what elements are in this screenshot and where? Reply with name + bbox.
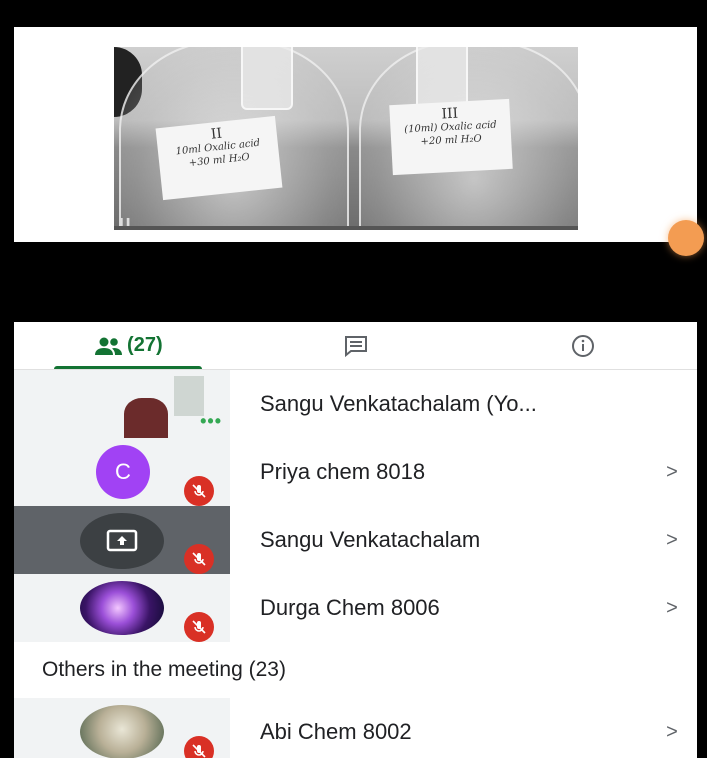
tab-chat[interactable] bbox=[242, 322, 470, 369]
chevron-right-icon[interactable]: > bbox=[647, 529, 697, 552]
flask-left-label: II 10ml Oxalic acid +30 ml H₂O bbox=[155, 115, 283, 201]
participant-avatar-area bbox=[14, 506, 230, 574]
mic-off-icon bbox=[184, 544, 214, 574]
participant-name: Durga Chem 8006 bbox=[260, 595, 440, 620]
flask-neck bbox=[241, 47, 293, 110]
thumb-window bbox=[174, 376, 204, 416]
participant-avatar-area bbox=[14, 698, 230, 758]
people-icon bbox=[95, 337, 123, 355]
chevron-right-icon[interactable]: > bbox=[647, 721, 697, 744]
tab-info[interactable] bbox=[469, 322, 697, 369]
participant-video-thumb: ••• bbox=[14, 370, 230, 438]
floating-bubble[interactable] bbox=[668, 220, 704, 256]
chevron-right-icon[interactable]: > bbox=[647, 597, 697, 620]
people-count: (27) bbox=[127, 334, 163, 356]
flask-right: III (10ml) Oxalic acid +20 ml H₂O bbox=[359, 47, 578, 230]
participant-name: Sangu Venkatachalam (Yo... bbox=[260, 391, 537, 416]
participant-row[interactable]: ••• Sangu Venkatachalam (Yo... bbox=[14, 370, 697, 438]
participant-avatar-area: C bbox=[14, 438, 230, 506]
participant-avatar-area bbox=[14, 574, 230, 642]
more-dots-icon[interactable]: ••• bbox=[200, 411, 222, 432]
others-heading: Others in the meeting (23) bbox=[42, 658, 286, 681]
avatar: C bbox=[96, 445, 150, 499]
participant-name: Abi Chem 8002 bbox=[260, 719, 412, 744]
video-progress-bar[interactable]: ❚❚ bbox=[114, 217, 578, 230]
flask-left: II 10ml Oxalic acid +30 ml H₂O bbox=[119, 47, 349, 230]
chat-icon bbox=[344, 335, 367, 357]
mic-off-icon bbox=[184, 736, 214, 758]
panel-tabs: (27) bbox=[14, 322, 697, 370]
present-screen-icon bbox=[80, 513, 164, 569]
flask-right-line1: (10ml) Oxalic acid bbox=[404, 119, 497, 136]
flask-photo: II 10ml Oxalic acid +30 ml H₂O III (10ml… bbox=[114, 47, 578, 230]
chevron-right-icon[interactable]: > bbox=[647, 461, 697, 484]
flask-right-label: III (10ml) Oxalic acid +20 ml H₂O bbox=[389, 98, 513, 176]
video-stage: II 10ml Oxalic acid +30 ml H₂O III (10ml… bbox=[0, 0, 707, 322]
participant-name: Priya chem 8018 bbox=[260, 459, 426, 484]
participant-row[interactable]: C Priya chem 8018 > bbox=[14, 438, 697, 506]
participant-row[interactable]: Durga Chem 8006 > bbox=[14, 574, 697, 642]
participant-row[interactable]: Sangu Venkatachalam > bbox=[14, 506, 697, 574]
thumb-person bbox=[124, 398, 168, 438]
pause-icon[interactable]: ❚❚ bbox=[118, 217, 131, 226]
mic-off-icon bbox=[184, 476, 214, 506]
participant-row[interactable]: Abi Chem 8002 > bbox=[14, 698, 697, 758]
info-icon bbox=[572, 334, 595, 357]
avatar bbox=[80, 581, 164, 635]
participant-name: Sangu Venkatachalam bbox=[260, 527, 481, 552]
participants-panel: (27) ••• Sangu Venkatachalam (Yo... C Pr… bbox=[14, 322, 697, 758]
tab-people[interactable]: (27) bbox=[14, 322, 242, 369]
presented-slide: II 10ml Oxalic acid +30 ml H₂O III (10ml… bbox=[14, 27, 697, 242]
avatar bbox=[80, 705, 164, 758]
mic-off-icon bbox=[184, 612, 214, 642]
flask-right-line2: +20 ml H₂O bbox=[420, 133, 482, 148]
